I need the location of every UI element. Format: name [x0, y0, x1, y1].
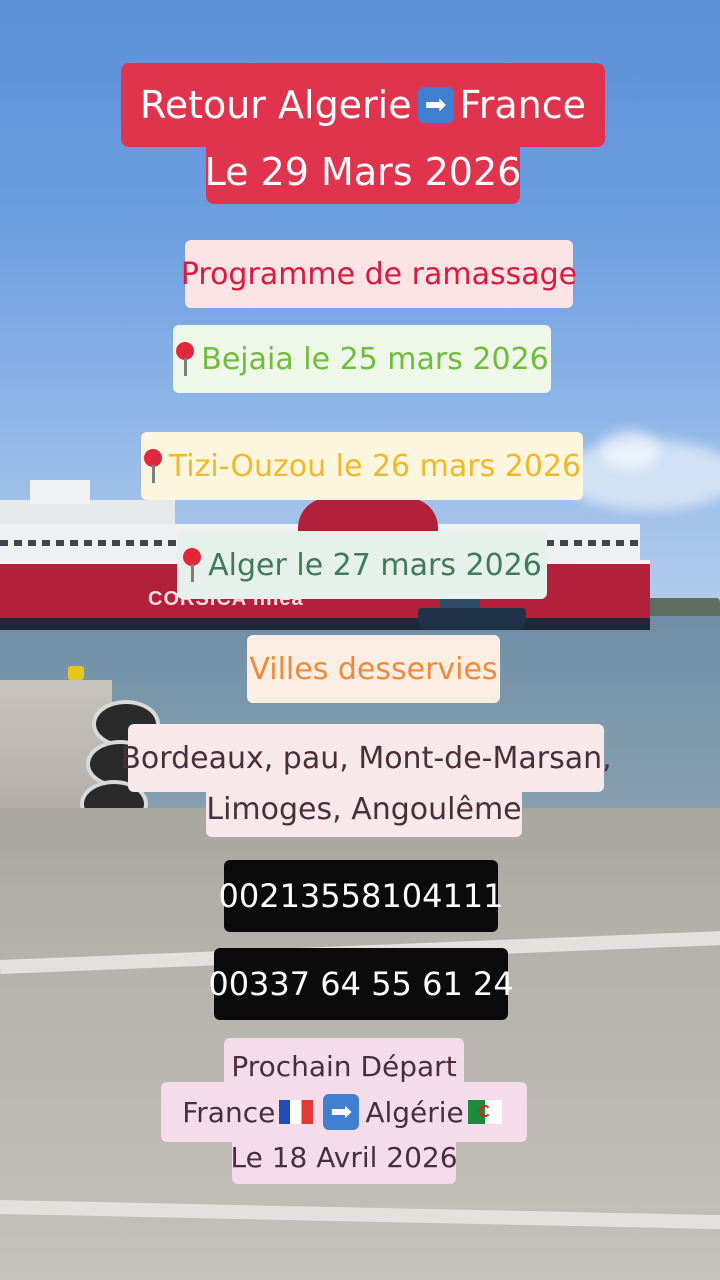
- pickup-stop-bejaia: Bejaia le 25 mars 2026: [173, 325, 551, 393]
- next-departure-date: Le 18 Avril 2026: [230, 1140, 458, 1174]
- tugboat: [418, 608, 526, 630]
- map-pin-icon: [175, 342, 195, 376]
- map-pin-icon: [143, 449, 163, 483]
- france-flag-icon: [279, 1100, 314, 1124]
- cloud: [600, 430, 660, 470]
- phone-number-text: 00337 64 55 61 24: [208, 965, 514, 1003]
- cities-heading-box: Villes desservies: [247, 635, 500, 703]
- pickup-heading-box: Programme de ramassage: [181, 240, 577, 308]
- title-origin: Retour Algerie: [140, 83, 412, 127]
- map-pin-icon: [182, 548, 202, 582]
- next-departure-date-box: Le 18 Avril 2026: [230, 1130, 458, 1184]
- title-banner: Retour Algerie ➡ France: [121, 63, 605, 147]
- phone-number-france[interactable]: 00337 64 55 61 24: [208, 948, 514, 1020]
- arrow-right-icon: ➡: [323, 1094, 360, 1130]
- algeria-flag-icon: [467, 1100, 502, 1124]
- pickup-stop-label: Bejaia le 25 mars 2026: [201, 341, 549, 377]
- cities-line1: Bordeaux, pau, Mont-de-Marsan,: [120, 740, 612, 776]
- phone-number-text: 00213558104111: [218, 877, 504, 915]
- route-destination: Algérie: [365, 1095, 464, 1129]
- arrow-right-icon: ➡: [417, 87, 454, 123]
- title-date-banner: Le 29 Mars 2026: [204, 140, 522, 204]
- pickup-stop-tizi-ouzou: Tizi-Ouzou le 26 mars 2026: [141, 432, 583, 500]
- bollard: [68, 666, 84, 680]
- route-origin: France: [182, 1095, 276, 1129]
- next-departure-heading: Prochain Départ: [231, 1049, 457, 1083]
- far-shore: [640, 598, 720, 616]
- pickup-stop-alger: Alger le 27 mars 2026: [177, 531, 547, 599]
- title-date: Le 29 Mars 2026: [204, 150, 522, 194]
- title-destination: France: [459, 83, 586, 127]
- cities-heading: Villes desservies: [249, 651, 498, 687]
- pickup-heading: Programme de ramassage: [180, 256, 578, 292]
- cities-line2: Limoges, Angoulême: [206, 791, 522, 827]
- phone-number-algeria[interactable]: 00213558104111: [218, 860, 504, 932]
- ship-bridge: [30, 480, 90, 504]
- ship-waterline: [0, 618, 650, 630]
- pickup-stop-label: Tizi-Ouzou le 26 mars 2026: [168, 448, 582, 484]
- cities-line2-box: Limoges, Angoulême: [206, 781, 522, 837]
- pickup-stop-label: Alger le 27 mars 2026: [208, 547, 542, 583]
